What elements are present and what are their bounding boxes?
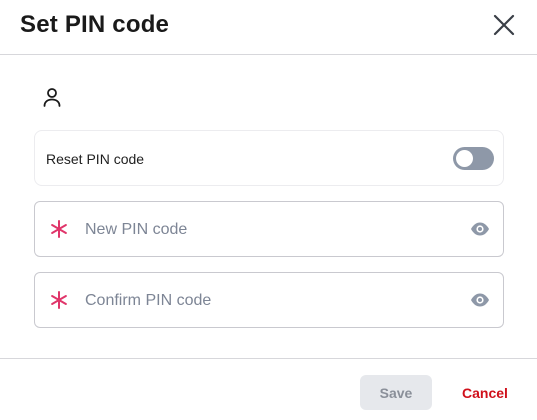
cancel-button[interactable]: Cancel [452,375,518,410]
dialog-footer: Save Cancel [0,358,537,420]
reset-pin-toggle[interactable] [453,147,494,170]
required-asterisk-icon [50,289,68,311]
new-pin-input[interactable] [85,217,455,243]
dialog-title: Set PIN code [20,11,170,38]
eye-icon[interactable] [470,292,490,308]
save-button[interactable]: Save [360,375,432,410]
user-icon [40,85,64,109]
set-pin-dialog: Set PIN code Reset PIN code Save Cancel [0,0,537,420]
toggle-knob [456,150,473,167]
dialog-header: Set PIN code [0,0,537,55]
eye-icon[interactable] [470,221,490,237]
confirm-pin-field [34,272,504,328]
reset-pin-card: Reset PIN code [34,130,504,186]
reset-pin-label: Reset PIN code [46,151,145,167]
required-asterisk-icon [50,218,68,240]
confirm-pin-input[interactable] [85,288,455,314]
close-icon[interactable] [489,10,519,40]
new-pin-field [34,201,504,257]
